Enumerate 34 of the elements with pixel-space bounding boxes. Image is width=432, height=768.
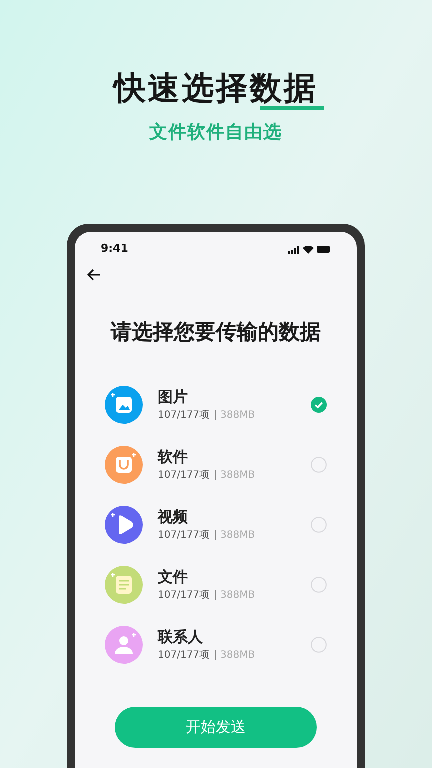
radio-circle-icon[interactable] — [311, 516, 327, 532]
radio-circle-icon[interactable] — [311, 576, 327, 592]
item-count: 107/177项 — [158, 588, 210, 602]
underline-accent — [260, 106, 324, 110]
item-size: 388MB — [220, 648, 256, 662]
back-arrow-icon[interactable] — [87, 269, 101, 281]
item-name: 图片 — [158, 386, 189, 406]
page-title: 请选择您要传输的数据 — [110, 319, 322, 346]
item-count: 107/177项 — [158, 468, 210, 482]
item-size: 388MB — [220, 528, 256, 542]
item-size: 388MB — [220, 408, 256, 422]
item-size: 388MB — [220, 588, 256, 602]
radio-circle-icon[interactable] — [311, 636, 327, 652]
item-name: 软件 — [158, 446, 189, 466]
item-size: 388MB — [220, 468, 256, 482]
item-count: 107/177项 — [158, 528, 210, 542]
subheadline: 文件软件自由选 — [150, 121, 282, 145]
item-name: 联系人 — [158, 626, 204, 646]
wifi-icon — [303, 246, 314, 254]
selected-check-icon[interactable] — [311, 396, 327, 412]
data-type-item[interactable]: 文件 107/177项 388MB — [75, 554, 357, 614]
data-type-item[interactable]: 联系人 107/177项 388MB — [75, 614, 357, 674]
item-name: 文件 — [158, 566, 189, 586]
data-type-item[interactable]: 软件 107/177项 388MB — [75, 434, 357, 494]
battery-icon — [317, 246, 331, 253]
item-count: 107/177项 — [158, 408, 210, 422]
signal-icon — [288, 246, 300, 254]
data-type-item[interactable]: 图片 107/177项 388MB — [75, 374, 357, 434]
status-time: 9:41 — [101, 241, 128, 258]
item-name: 视频 — [158, 506, 189, 526]
radio-circle-icon[interactable] — [311, 456, 327, 472]
item-count: 107/177项 — [158, 648, 210, 662]
headline: 快速选择数据 — [114, 72, 318, 105]
data-type-item[interactable]: 视频 107/177项 388MB — [75, 494, 357, 554]
